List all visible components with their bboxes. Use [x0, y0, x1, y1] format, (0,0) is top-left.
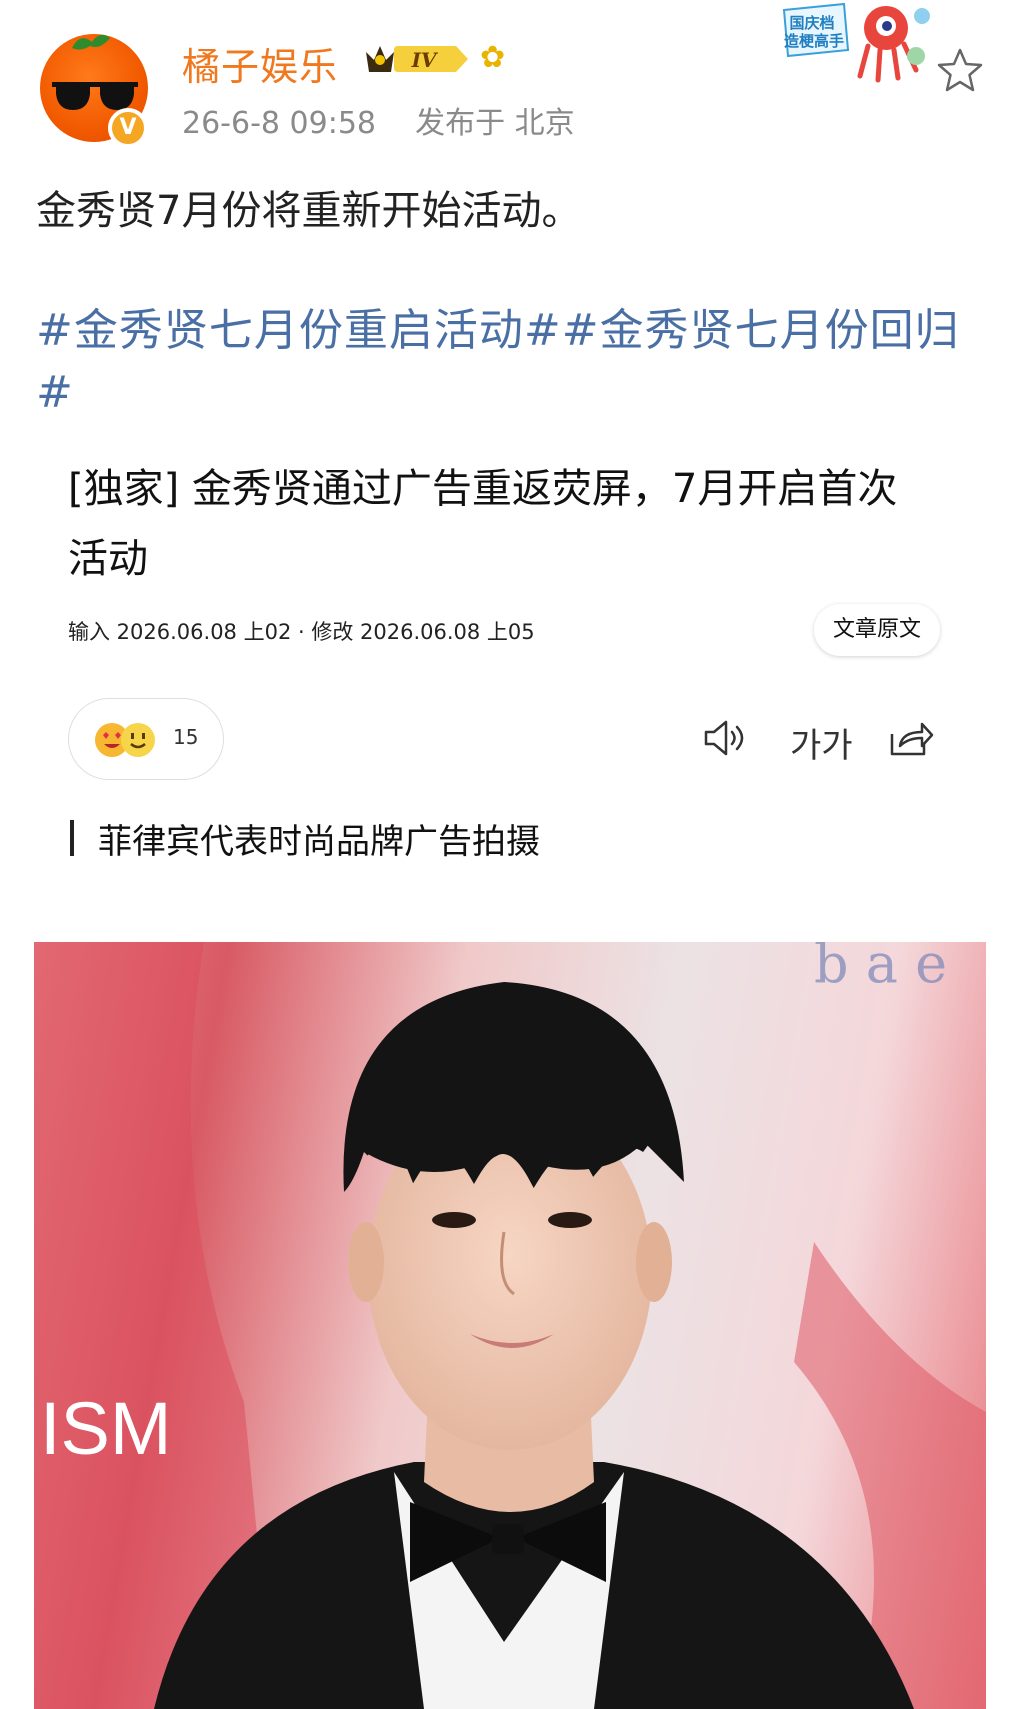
post-date: 26-6-8 09:58 — [182, 106, 376, 141]
sunflower-icon: ✿ — [480, 40, 506, 75]
article-title: [独家] 金秀贤通过广告重返荧屏，7月开启首次活动 — [68, 466, 898, 582]
photo-watermark: ISM — [40, 1387, 172, 1470]
leaf-icon — [72, 34, 110, 50]
badge-line1: 国庆档 — [789, 14, 834, 32]
hashtag-links[interactable]: #金秀贤七月份重启活动##金秀贤七月份回归# — [36, 300, 996, 424]
post-location: 发布于 北京 — [415, 106, 575, 141]
sunglasses-icon — [52, 82, 138, 110]
font-size-icon[interactable]: 가가 — [790, 718, 853, 767]
caption-divider — [70, 820, 74, 856]
reaction-button[interactable]: 15 — [68, 698, 224, 780]
star-icon[interactable] — [936, 46, 984, 94]
photo-illustration: b a e — [34, 942, 986, 1709]
article-meta: 输入 2026.06.08 上02 · 修改 2026.06.08 上05 — [68, 620, 535, 644]
badge-line2: 造梗高手 — [784, 32, 844, 50]
article-photo[interactable]: b a e ISM — [34, 942, 986, 1709]
event-badge-icon: 国庆档 造梗高手 — [782, 2, 930, 83]
post-body: 金秀贤7月份将重新开始活动。 — [36, 188, 582, 234]
share-icon[interactable] — [886, 716, 934, 760]
original-article-button[interactable]: 文章原文 — [814, 604, 940, 656]
speaker-icon[interactable] — [700, 716, 748, 760]
reaction-count: 15 — [173, 725, 199, 749]
background-letters: b a e — [814, 942, 947, 995]
vip-level: IV — [411, 48, 439, 72]
vip-badge: IV — [366, 46, 468, 72]
verified-badge: V — [108, 108, 148, 148]
username[interactable]: 橘子娱乐 — [182, 36, 338, 91]
photo-caption: 菲律宾代表时尚品牌广告拍摄 — [98, 822, 540, 862]
post-meta: 26-6-8 09:58 发布于 北京 — [182, 98, 575, 142]
smile-emoji-icon — [121, 723, 155, 757]
